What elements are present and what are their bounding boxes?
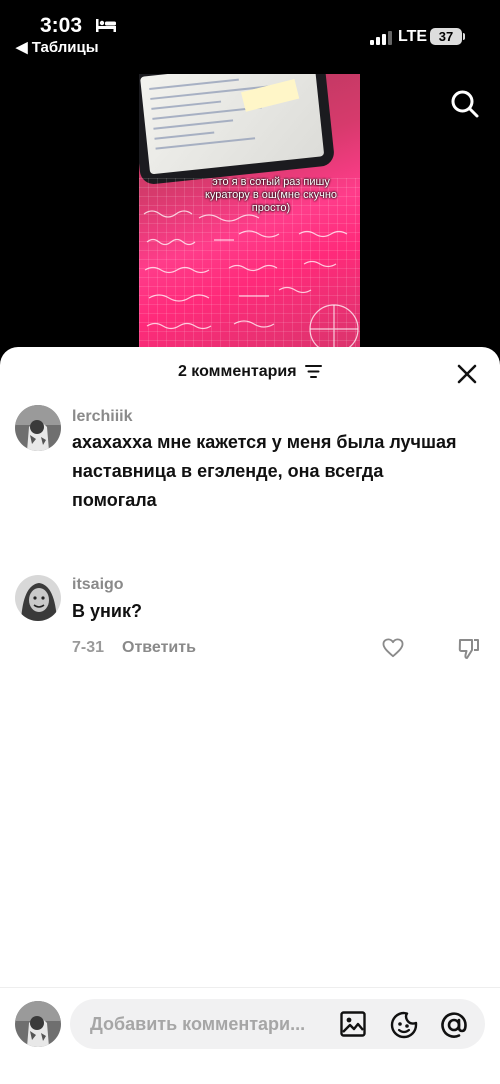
sort-filter-icon[interactable] [305, 365, 323, 379]
back-to-app-link[interactable]: ◀ Таблицы [16, 38, 99, 56]
close-icon[interactable] [457, 364, 477, 384]
user-avatar-image [15, 405, 61, 451]
emoji-icon[interactable] [390, 1011, 418, 1039]
video-player[interactable]: это я в сотый раз пишу куратору в ош(мне… [139, 74, 360, 350]
reply-button[interactable]: Ответить [122, 639, 196, 657]
comment-text: В уник? [72, 601, 142, 621]
user-avatar-image [15, 575, 61, 621]
battery-tip [463, 33, 465, 40]
video-caption: это я в сотый раз пишу куратору в ош(мне… [204, 176, 338, 214]
network-type: LTE [398, 28, 428, 45]
video-tablet-graphic [139, 74, 336, 186]
comment-text: ахахахха мне кажется у меня была лучшая … [72, 432, 457, 510]
heart-icon[interactable] [382, 638, 404, 658]
comment-composer [0, 987, 500, 1084]
comment-date: 7-31 [72, 639, 105, 656]
search-icon[interactable] [450, 89, 480, 119]
avatar[interactable] [15, 575, 61, 621]
video-math-scribbles [143, 210, 359, 350]
comment-username[interactable]: lerchiiik [72, 408, 132, 426]
add-comment-input[interactable] [70, 999, 485, 1049]
dislike-icon[interactable] [458, 638, 480, 660]
comments-sheet: 2 комментария lerchiiik ахахахха мне каж… [0, 347, 500, 1084]
sleep-focus-icon [96, 19, 116, 32]
image-icon[interactable] [340, 1011, 366, 1037]
battery-indicator: 37 [430, 28, 462, 45]
user-avatar-image [15, 1001, 61, 1047]
comments-count-title: 2 комментария [177, 363, 297, 380]
mention-icon[interactable] [440, 1011, 468, 1039]
status-time: 3:03 [40, 14, 83, 37]
cellular-signal-icon [370, 31, 392, 45]
avatar[interactable] [15, 405, 61, 451]
status-bar: 3:03 ◀ Таблицы LTE 37 [0, 0, 500, 60]
comments-header: 2 комментария [0, 363, 500, 381]
comment-username[interactable]: itsaigo [72, 576, 124, 594]
current-user-avatar[interactable] [15, 1001, 61, 1047]
